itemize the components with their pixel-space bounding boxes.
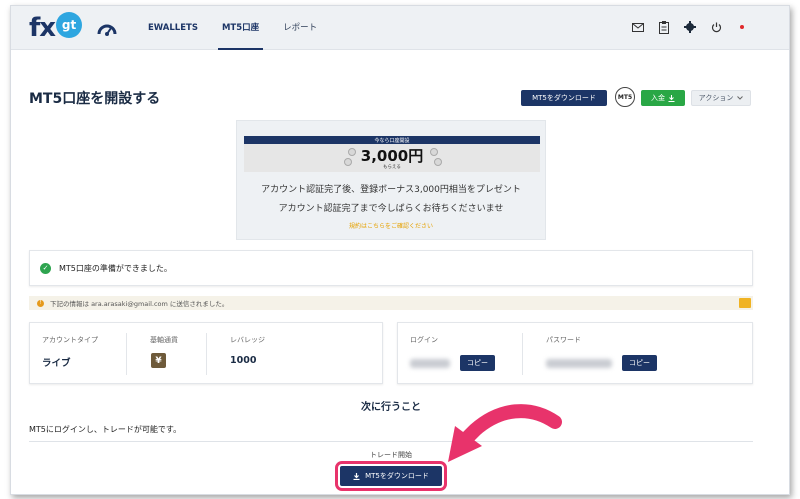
chevron-down-icon [737, 96, 744, 100]
page-title: MT5口座を開設する [29, 91, 161, 107]
base-currency-label: 基軸通貨 [150, 336, 178, 344]
clipboard-icon[interactable] [657, 20, 671, 34]
divider [29, 441, 753, 442]
bonus-promo-box: 今なら口座開設 3,000円 もらえる アカウント認証完了後、登録ボーナス3,0… [236, 120, 546, 240]
account-ready-text: MT5口座の準備ができました。 [59, 263, 172, 273]
login-value-redacted [410, 359, 450, 368]
power-icon[interactable] [709, 20, 723, 34]
bonus-banner-image: 今なら口座開設 3,000円 もらえる [244, 136, 540, 172]
download-mt5-button-bottom[interactable]: MT5をダウンロード [335, 461, 447, 491]
download-mt5-button-top[interactable]: MT5をダウンロード [521, 90, 607, 106]
action-dropdown[interactable]: アクション [691, 90, 751, 106]
nav-ewallets[interactable]: EWALLETS [136, 6, 210, 50]
next-steps-description: MT5にログインし、トレードが可能です。 [29, 425, 182, 434]
email-sent-text: 下記の情報は ara.arasaki@gmail.com に送信されました。 [50, 300, 229, 308]
deposit-button[interactable]: 入金 [641, 90, 685, 106]
leverage-label: レバレッジ [230, 336, 265, 344]
flag-icon[interactable] [735, 20, 749, 34]
terms-link[interactable]: 規約はこちらをご確認ください [237, 221, 545, 230]
account-info-card: アカウントタイプ ライブ 基軸通貨 ¥ レバレッジ 1000 [29, 322, 383, 384]
logo-gt-badge: gt [56, 12, 83, 38]
account-ready-alert: ✓ MT5口座の準備ができました。 [29, 250, 753, 286]
divider [126, 333, 127, 375]
download-icon [353, 472, 360, 480]
divider [206, 333, 207, 375]
header-icons [631, 20, 749, 34]
banner-top-strip: 今なら口座開設 [244, 136, 540, 144]
account-type-label: アカウントタイプ [42, 336, 98, 344]
password-label: パスワード [546, 336, 581, 344]
browser-frame: fx gt EWALLETS MT5口座 レポート MT5口座を開設する MT5… [10, 5, 790, 495]
info-icon: ! [37, 299, 44, 307]
yen-currency-icon: ¥ [151, 353, 166, 368]
account-type-value: ライブ [42, 358, 71, 369]
bonus-amount: 3,000円 [360, 147, 424, 165]
nav-mt5-account[interactable]: MT5口座 [210, 6, 271, 50]
dashboard-icon[interactable] [97, 20, 117, 38]
copy-login-button[interactable]: コピー [460, 355, 495, 371]
login-credentials-card: ログイン コピー パスワード コピー [397, 322, 753, 384]
login-label: ログイン [410, 336, 438, 344]
divider [522, 333, 523, 375]
trade-start-label: トレード開始 [370, 451, 412, 459]
download-icon [668, 94, 675, 102]
bonus-amount-sub: もらえる [383, 165, 401, 170]
main-nav: EWALLETS MT5口座 レポート [136, 6, 329, 50]
fxgt-logo[interactable]: fx gt [29, 12, 83, 44]
promo-line-1: アカウント認証完了後、登録ボーナス3,000円相当をプレゼント [261, 185, 521, 195]
logo-fx-text: fx [29, 13, 56, 43]
mail-icon[interactable] [631, 20, 645, 34]
deposit-label: 入金 [651, 94, 665, 102]
nav-report[interactable]: レポート [271, 6, 329, 50]
top-navbar: fx gt EWALLETS MT5口座 レポート [11, 6, 789, 50]
action-label: アクション [698, 94, 734, 102]
mail-badge-icon[interactable] [739, 298, 751, 308]
gear-icon[interactable] [683, 20, 697, 34]
download-mt5-label: MT5をダウンロード [365, 472, 429, 480]
password-value-redacted [546, 359, 612, 368]
mt5-logo-badge: MT5 [615, 87, 635, 107]
check-circle-icon: ✓ [40, 262, 51, 274]
leverage-value: 1000 [230, 355, 257, 366]
next-steps-title: 次に行うこと [361, 402, 421, 413]
promo-line-2: アカウント認証完了まで今しばらくお待ちくださいませ [278, 204, 504, 214]
copy-password-button[interactable]: コピー [622, 355, 657, 371]
email-sent-notice: ! 下記の情報は ara.arasaki@gmail.com に送信されました。 [29, 296, 753, 310]
